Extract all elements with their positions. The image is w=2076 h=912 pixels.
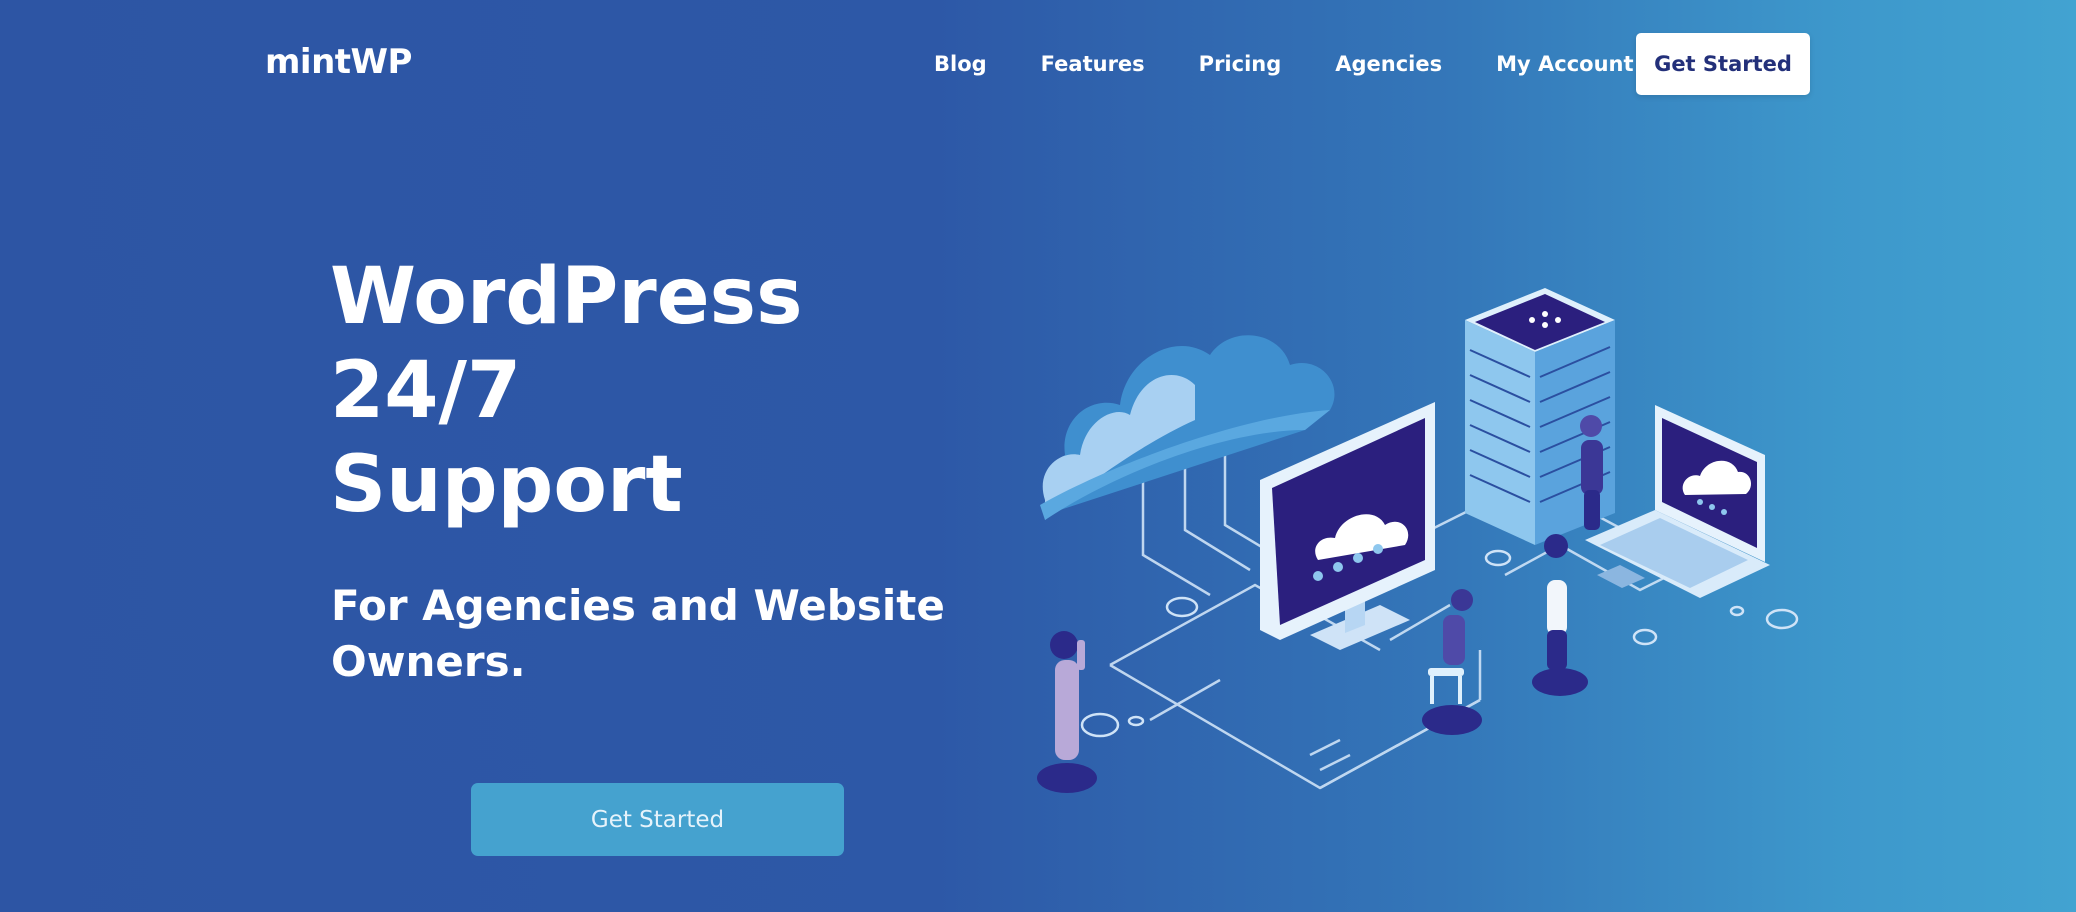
person-icon bbox=[1037, 631, 1097, 793]
hero-subtitle-line: For Agencies and Website bbox=[331, 581, 945, 630]
nav-link-agencies[interactable]: Agencies bbox=[1335, 52, 1442, 76]
nav-link-features[interactable]: Features bbox=[1041, 52, 1145, 76]
hero-subtitle: For Agencies and Website Owners. bbox=[331, 578, 971, 690]
hero-title: WordPress 24/7 Support bbox=[330, 250, 890, 532]
brand-logo[interactable]: mintWP bbox=[265, 42, 412, 82]
nav-get-started-button[interactable]: Get Started bbox=[1636, 33, 1810, 95]
nav-link-blog[interactable]: Blog bbox=[934, 52, 987, 76]
person-icon bbox=[1422, 589, 1482, 735]
monitor-icon bbox=[1260, 402, 1435, 650]
hero-title-line: WordPress bbox=[330, 252, 803, 342]
hero-title-line: 24/7 Support bbox=[330, 346, 683, 530]
hero-get-started-button[interactable]: Get Started bbox=[471, 783, 844, 856]
person-icon bbox=[1532, 534, 1588, 696]
nav-link-my-account[interactable]: My Account bbox=[1496, 52, 1633, 76]
main-nav: Blog Features Pricing Agencies My Accoun… bbox=[934, 33, 1688, 95]
nav-link-pricing[interactable]: Pricing bbox=[1199, 52, 1282, 76]
hero-illustration bbox=[1037, 288, 1799, 793]
hero-subtitle-line: Owners. bbox=[331, 637, 526, 686]
